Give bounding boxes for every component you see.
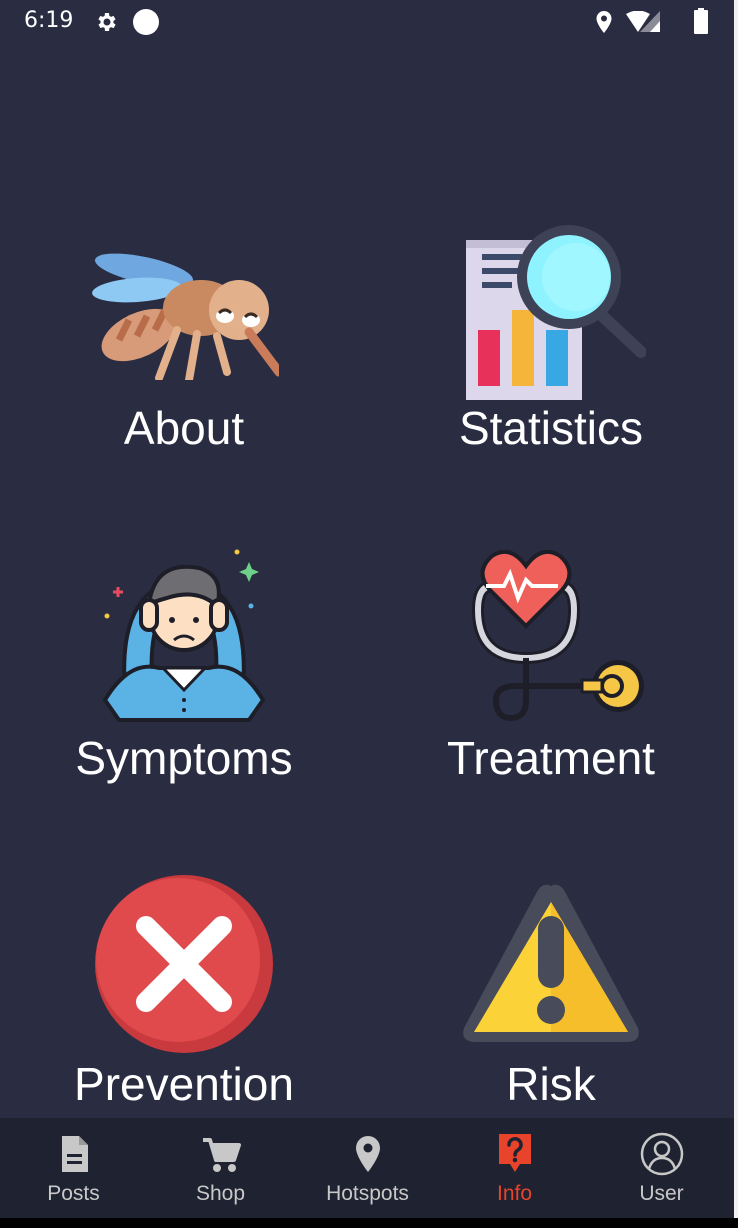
screen-edge <box>734 0 738 1228</box>
tile-label-about: About <box>123 402 245 454</box>
nav-item-hotspots[interactable]: Hotspots <box>294 1118 441 1218</box>
system-navigation-bar <box>0 1218 738 1228</box>
nav-label-hotspots: Hotspots <box>326 1182 409 1205</box>
nav-label-shop: Shop <box>195 1182 246 1205</box>
tile-prevention[interactable]: Prevention <box>34 870 334 1160</box>
tile-statistics[interactable]: Statistics <box>401 220 701 510</box>
tile-label-treatment: Treatment <box>447 732 655 784</box>
mosquito-icon <box>92 253 279 380</box>
red-x-icon <box>95 875 273 1053</box>
info-grid: About Statistics Symptoms Treatment Prev… <box>0 0 734 1118</box>
tile-label-statistics: Statistics <box>458 402 644 454</box>
nav-label-info: Info <box>496 1182 533 1205</box>
nav-item-info[interactable]: Info <box>441 1118 588 1218</box>
nav-item-posts[interactable]: Posts <box>0 1118 147 1218</box>
tile-label-risk: Risk <box>506 1058 596 1110</box>
tile-label-symptoms: Symptoms <box>75 732 293 784</box>
document-icon <box>61 1136 88 1172</box>
user-icon <box>640 1132 683 1176</box>
tile-symptoms[interactable]: Symptoms <box>34 540 334 830</box>
warning-triangle-icon <box>463 884 639 1042</box>
tile-about[interactable]: About <box>34 220 334 510</box>
nav-item-user[interactable]: User <box>588 1118 735 1218</box>
location-pin-icon <box>355 1136 380 1172</box>
nav-item-shop[interactable]: Shop <box>147 1118 294 1218</box>
stethoscope-heart-icon <box>471 550 644 722</box>
tile-label-prevention: Prevention <box>74 1058 294 1110</box>
tile-treatment[interactable]: Treatment <box>401 540 701 830</box>
tile-risk[interactable]: Risk <box>401 870 701 1160</box>
bottom-navigation: Posts Shop Hotspots Info User <box>0 1118 734 1218</box>
nav-label-posts: Posts <box>47 1182 100 1205</box>
distressed-person-icon <box>102 549 266 722</box>
nav-label-user: User <box>639 1182 684 1205</box>
question-icon <box>498 1134 531 1172</box>
statistics-report-icon <box>466 225 646 400</box>
cart-icon <box>202 1138 241 1172</box>
